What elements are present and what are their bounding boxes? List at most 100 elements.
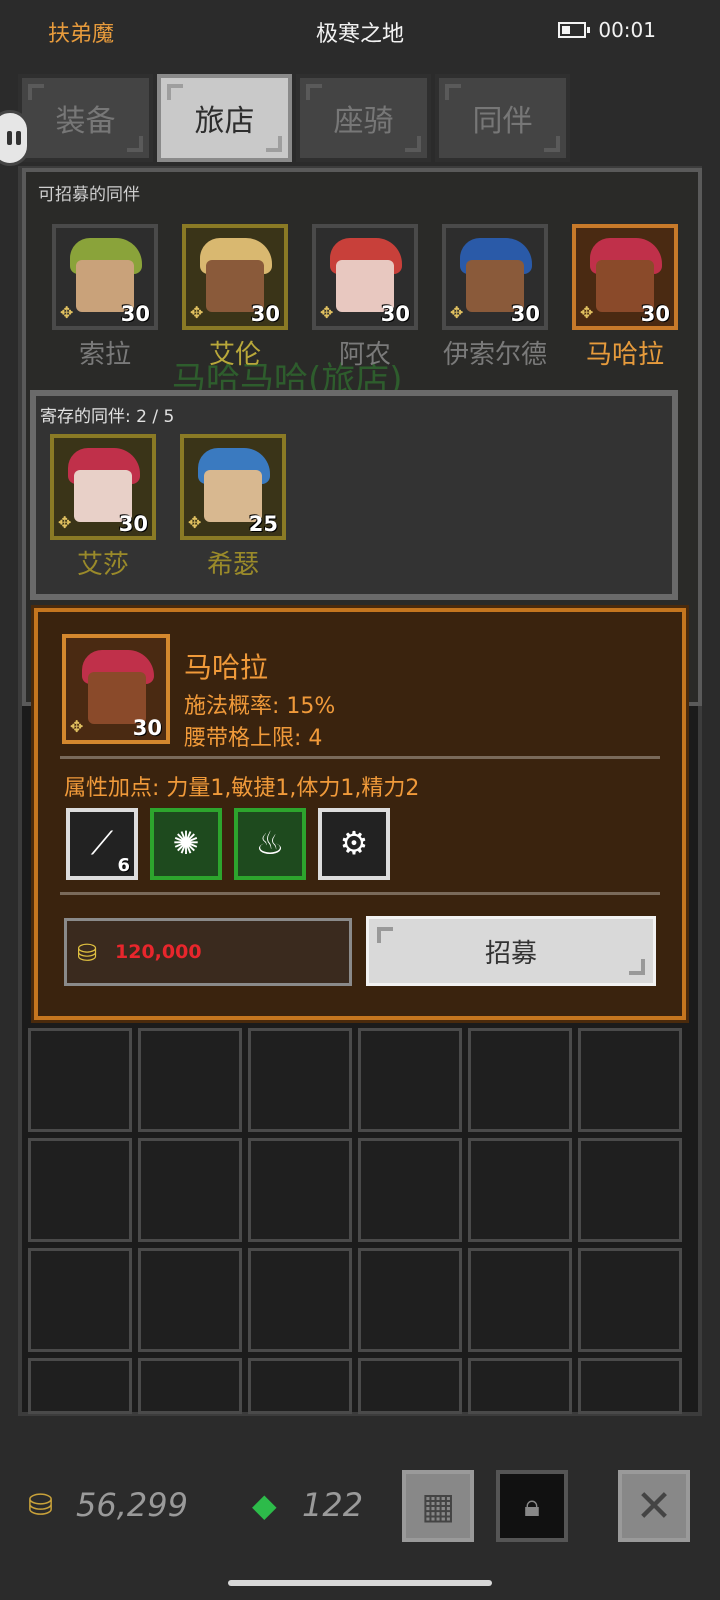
storage-count-label: 寄存的同伴: 2 / 5: [40, 407, 175, 427]
inventory-slot[interactable]: [578, 1248, 682, 1352]
inn-hero-card[interactable]: ✥ 30 阿农: [312, 224, 418, 371]
gem-icon: ◆: [252, 1486, 277, 1524]
inn-hero-card[interactable]: ✥ 30 伊索尔德: [442, 224, 548, 371]
inventory-slot[interactable]: [578, 1358, 682, 1414]
inventory-slot[interactable]: [138, 1248, 242, 1352]
tab-companion[interactable]: 同伴: [435, 74, 570, 162]
inventory-slot[interactable]: [468, 1138, 572, 1242]
inventory-slot[interactable]: [28, 1028, 132, 1132]
recruitable-label: 可招募的同伴: [38, 185, 140, 205]
inventory-slot[interactable]: [358, 1358, 462, 1414]
gem-amount: 122: [302, 1486, 364, 1524]
class-icon: ✥: [320, 303, 334, 322]
inventory-slot[interactable]: [468, 1028, 572, 1132]
inventory-slot[interactable]: [578, 1028, 682, 1132]
inventory-slot[interactable]: [248, 1028, 352, 1132]
detail-level: 30: [132, 716, 162, 740]
home-indicator[interactable]: [228, 1580, 492, 1586]
gold-coins-icon: ⛁: [77, 939, 98, 967]
detail-name: 马哈拉: [184, 651, 269, 684]
inventory-slot[interactable]: [138, 1138, 242, 1242]
hero-portrait: ✥ 25: [180, 434, 286, 540]
battery-clock: 00:01: [558, 18, 656, 42]
inventory-slot[interactable]: [138, 1028, 242, 1132]
inventory-slot[interactable]: [248, 1358, 352, 1414]
hero-level: 30: [120, 302, 150, 326]
side-menu-handle[interactable]: [0, 110, 30, 166]
attribute-points: 属性加点: 力量1,敏捷1,体力1,精力2: [64, 776, 420, 801]
close-button[interactable]: ✕: [618, 1470, 690, 1542]
class-icon: ✥: [58, 513, 72, 532]
inn-hero-card[interactable]: ✥ 30 艾伦: [182, 224, 288, 371]
gold-icon: ⛁: [28, 1488, 54, 1523]
inventory-slot[interactable]: [138, 1358, 242, 1414]
hero-portrait: ✥ 30: [52, 224, 158, 330]
belt-limit: 腰带格上限: 4: [184, 726, 323, 751]
hero-name: 艾伦: [208, 340, 261, 370]
class-icon: ✥: [70, 717, 84, 736]
hero-portrait: ✥ 30: [50, 434, 156, 540]
inn-hero-card[interactable]: ✥ 30 索拉: [52, 224, 158, 371]
storage-hero-card[interactable]: ✥ 25 希瑟: [180, 434, 286, 581]
inventory-slot[interactable]: [358, 1138, 462, 1242]
inventory-slot[interactable]: [248, 1138, 352, 1242]
divider: [60, 892, 660, 895]
hero-name: 伊索尔德: [442, 340, 547, 370]
inventory-slot[interactable]: [468, 1358, 572, 1414]
inventory-slot[interactable]: [28, 1358, 132, 1414]
hero-level: 25: [248, 512, 278, 536]
recruit-button-label: 招募: [484, 938, 537, 969]
class-icon: ✥: [190, 303, 204, 322]
inventory-slot[interactable]: [28, 1138, 132, 1242]
price-box: ⛁ 120,000: [64, 918, 352, 986]
inventory-slot[interactable]: [358, 1028, 462, 1132]
hero-name: 阿农: [338, 340, 391, 370]
tab-bar: 装备 旅店 座骑 同伴: [18, 74, 570, 162]
tab-inn[interactable]: 旅店: [157, 74, 292, 162]
storage-hero-card[interactable]: ✥ 30 艾莎: [50, 434, 156, 581]
hero-portrait: ✥ 30: [442, 224, 548, 330]
hero-level: 30: [510, 302, 540, 326]
inventory-slot[interactable]: [578, 1138, 682, 1242]
hero-level: 30: [640, 302, 670, 326]
skill-slot[interactable]: ✺: [150, 808, 222, 880]
lock-button[interactable]: 🔒︎: [496, 1470, 568, 1542]
status-bar: 扶弟魔 极寒之地 00:01: [0, 0, 720, 60]
hero-portrait: ✥ 30: [182, 224, 288, 330]
gold-amount: 56,299: [76, 1486, 188, 1524]
inn-hero-card[interactable]: ✥ 30 马哈拉: [572, 224, 678, 371]
detail-portrait: ✥ 30: [62, 634, 170, 744]
hero-name: 艾莎: [76, 550, 129, 580]
inventory-slot[interactable]: [358, 1248, 462, 1352]
skill-slot[interactable]: ♨: [234, 808, 306, 880]
flame-icon: ♨: [255, 824, 285, 862]
close-icon: ✕: [635, 1480, 673, 1532]
class-icon: ✥: [580, 303, 594, 322]
sort-grid-button[interactable]: ▦: [402, 1470, 474, 1542]
cog-icon: ⚙: [339, 824, 369, 862]
splash-icon: ✺: [172, 824, 200, 862]
recruit-button[interactable]: 招募: [366, 916, 656, 986]
hero-portrait: ✥ 30: [572, 224, 678, 330]
class-icon: ✥: [450, 303, 464, 322]
class-icon: ✥: [188, 513, 202, 532]
cast-chance: 施法概率: 15%: [184, 694, 336, 719]
recruit-price: 120,000: [115, 941, 202, 963]
skill-slot[interactable]: ⚙: [318, 808, 390, 880]
inventory-slot[interactable]: [248, 1248, 352, 1352]
skill-slot[interactable]: ⟋ 6: [66, 808, 138, 880]
hero-name: 马哈拉: [585, 340, 664, 370]
inventory-slot[interactable]: [468, 1248, 572, 1352]
hero-level: 30: [250, 302, 280, 326]
hero-level: 30: [118, 512, 148, 536]
hero-portrait: ✥ 30: [312, 224, 418, 330]
battery-icon: [558, 22, 591, 38]
skill-count: 6: [117, 855, 130, 876]
hero-level: 30: [380, 302, 410, 326]
clock: 00:01: [598, 18, 656, 42]
inventory-slot[interactable]: [28, 1248, 132, 1352]
tab-mount[interactable]: 座骑: [296, 74, 431, 162]
tab-equipment[interactable]: 装备: [18, 74, 153, 162]
hero-name: 希瑟: [206, 550, 259, 580]
class-icon: ✥: [60, 303, 74, 322]
